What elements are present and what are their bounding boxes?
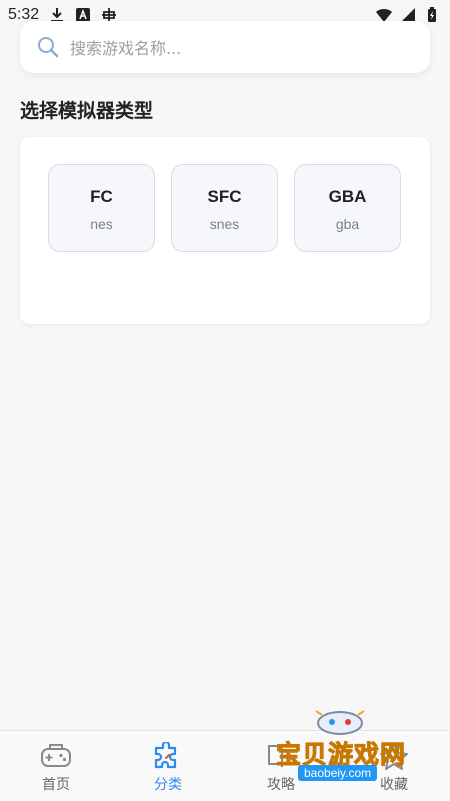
watermark-url: baobeiy.com bbox=[298, 765, 378, 781]
watermark-logo: 宝贝游戏网 baobeiy.com bbox=[270, 705, 450, 795]
battery-icon bbox=[428, 7, 436, 22]
emulator-sfc-button[interactable]: SFC snes bbox=[171, 164, 278, 252]
gamepad-mascot-icon bbox=[315, 710, 365, 735]
search-placeholder: 搜索游戏名称... bbox=[70, 39, 182, 58]
section-title: 选择模拟器类型 bbox=[20, 100, 154, 122]
puzzle-icon bbox=[154, 742, 177, 769]
emulator-type-card: FC nes SFC snes GBA gba bbox=[20, 137, 430, 324]
tab-label: 分类 bbox=[154, 777, 182, 793]
tab-label: 首页 bbox=[42, 777, 70, 793]
emulator-name: FC bbox=[90, 187, 113, 206]
emulator-subtitle: gba bbox=[335, 216, 360, 232]
search-input[interactable]: 搜索游戏名称... bbox=[20, 21, 430, 73]
tab-home[interactable]: 首页 bbox=[0, 731, 112, 801]
emulator-name: GBA bbox=[328, 187, 367, 206]
emulator-subtitle: snes bbox=[209, 216, 240, 232]
search-icon bbox=[38, 37, 59, 58]
emulator-name: SFC bbox=[207, 187, 242, 206]
emulator-gba-button[interactable]: GBA gba bbox=[294, 164, 401, 252]
emulator-subtitle: nes bbox=[90, 216, 113, 232]
gamepad-icon bbox=[41, 744, 71, 767]
emulator-fc-button[interactable]: FC nes bbox=[48, 164, 155, 252]
tab-category[interactable]: 分类 bbox=[112, 731, 224, 801]
